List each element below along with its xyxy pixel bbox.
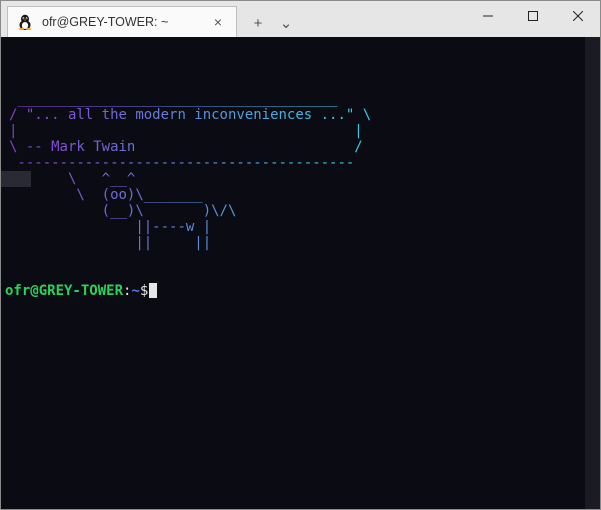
tab-strip-controls: + ⌄ bbox=[251, 9, 293, 37]
art-line: ---------------------------------------- bbox=[5, 155, 600, 171]
art-line: \ -- Mark Twain / bbox=[5, 139, 600, 155]
tab-active[interactable]: ofr@GREY-TOWER: ~ × bbox=[7, 6, 237, 37]
cowsay-output: ______________________________________/ … bbox=[1, 91, 600, 251]
window-controls bbox=[465, 1, 600, 37]
prompt-separator: : bbox=[123, 283, 131, 299]
art-line: | | bbox=[5, 123, 600, 139]
terminal-viewport[interactable]: ______________________________________/ … bbox=[1, 37, 600, 509]
tab-close-button[interactable]: × bbox=[210, 14, 226, 30]
cursor bbox=[149, 283, 157, 298]
prompt-symbol: $ bbox=[140, 283, 148, 299]
prompt-user-host: ofr@GREY-TOWER bbox=[5, 283, 123, 299]
tux-icon bbox=[16, 13, 34, 31]
art-line: ______________________________________ bbox=[5, 91, 600, 107]
maximize-button[interactable] bbox=[510, 1, 555, 31]
title-bar[interactable]: ofr@GREY-TOWER: ~ × + ⌄ bbox=[1, 1, 600, 37]
minimize-button[interactable] bbox=[465, 1, 510, 31]
art-line: ||----w | bbox=[5, 219, 600, 235]
prompt-path: ~ bbox=[131, 283, 139, 299]
art-line: \ (oo)\_______ bbox=[5, 187, 600, 203]
scrollbar-vertical[interactable] bbox=[585, 37, 600, 509]
art-line: || || bbox=[5, 235, 600, 251]
tab-dropdown-button[interactable]: ⌄ bbox=[279, 14, 293, 32]
tab-title: ofr@GREY-TOWER: ~ bbox=[42, 15, 168, 29]
terminal-window: ofr@GREY-TOWER: ~ × + ⌄ ________________… bbox=[0, 0, 601, 510]
art-line: / "... all the modern inconveniences ...… bbox=[5, 107, 600, 123]
shell-prompt: ofr@GREY-TOWER:~$ bbox=[1, 283, 600, 299]
new-tab-button[interactable]: + bbox=[251, 15, 265, 32]
close-button[interactable] bbox=[555, 1, 600, 31]
art-line: (__)\ )\/\ bbox=[5, 203, 600, 219]
art-line: \ ^__^ bbox=[5, 171, 600, 187]
